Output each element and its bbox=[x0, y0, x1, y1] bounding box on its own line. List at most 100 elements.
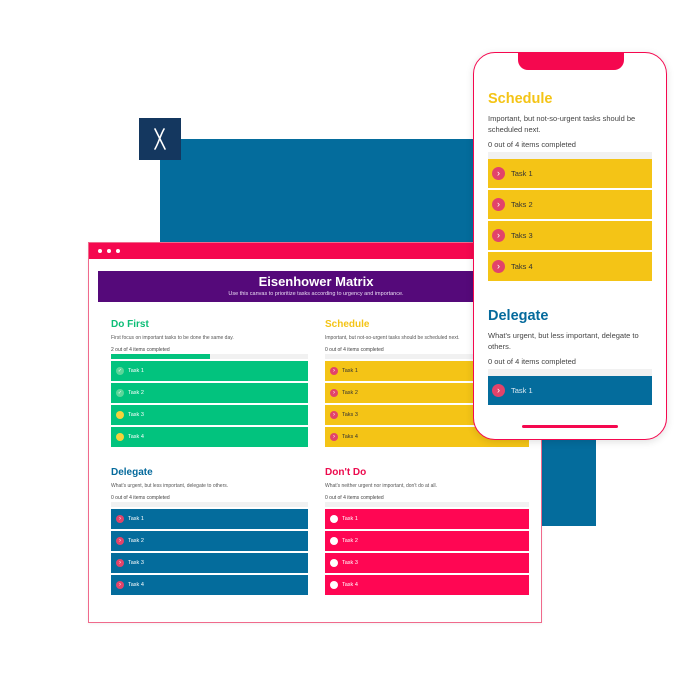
circle-icon[interactable] bbox=[116, 411, 124, 419]
logo-tile bbox=[139, 118, 181, 160]
quadrant-do-first: Do First First focus on important tasks … bbox=[111, 319, 308, 449]
task-label: Taks 3 bbox=[511, 231, 533, 240]
check-icon[interactable]: ✓ bbox=[116, 389, 124, 397]
task-item[interactable]: Task 3 bbox=[111, 405, 308, 425]
mobile-phone: Schedule Important, but not-so-urgent ta… bbox=[473, 52, 667, 440]
section-title: Delegate bbox=[488, 308, 549, 324]
task-label: Task 2 bbox=[128, 390, 144, 396]
phone-notch bbox=[518, 53, 624, 70]
task-label: Task 4 bbox=[342, 582, 358, 588]
task-list: › Task 1 › Taks 2 › Taks 3 › Taks 4 bbox=[488, 159, 652, 281]
circle-icon[interactable] bbox=[330, 559, 338, 567]
background-block-top bbox=[160, 139, 476, 245]
window-dot-icon bbox=[107, 249, 111, 253]
task-label: Task 1 bbox=[128, 516, 144, 522]
task-item[interactable]: ✓ Task 1 bbox=[111, 361, 308, 381]
task-list: › Task 1 › Task 2 › Task 3 › Task 4 bbox=[111, 509, 308, 595]
matrix-canvas: Eisenhower Matrix Use this canvas to pri… bbox=[98, 271, 534, 615]
task-label: Taks 2 bbox=[511, 200, 533, 209]
chevron-right-icon[interactable]: › bbox=[116, 515, 124, 523]
check-icon[interactable]: ✓ bbox=[116, 367, 124, 375]
quadrant-title: Don't Do bbox=[325, 467, 367, 478]
task-label: Task 1 bbox=[342, 368, 358, 374]
circle-icon[interactable] bbox=[330, 515, 338, 523]
x-mark-icon bbox=[154, 128, 166, 150]
task-item[interactable]: › Taks 3 bbox=[488, 221, 652, 250]
chevron-right-icon[interactable]: › bbox=[330, 433, 338, 441]
matrix-subtitle: Use this canvas to prioritize tasks acco… bbox=[228, 291, 404, 297]
chevron-right-icon[interactable]: › bbox=[330, 411, 338, 419]
progress-fill bbox=[111, 354, 210, 359]
task-item[interactable]: › Task 1 bbox=[111, 509, 308, 529]
task-label: Task 1 bbox=[511, 169, 533, 178]
task-label: Task 2 bbox=[342, 538, 358, 544]
progress-bar bbox=[111, 354, 308, 359]
window-dot-icon bbox=[116, 249, 120, 253]
chevron-right-icon[interactable]: › bbox=[330, 389, 338, 397]
task-label: Task 3 bbox=[128, 412, 144, 418]
task-item[interactable]: Task 3 bbox=[325, 553, 529, 573]
mobile-section-schedule: Schedule Important, but not-so-urgent ta… bbox=[488, 91, 652, 283]
task-item[interactable]: › Task 1 bbox=[488, 376, 652, 405]
progress-bar bbox=[111, 502, 308, 507]
background-block-bottom bbox=[540, 440, 596, 526]
progress-count: 0 out of 4 items completed bbox=[488, 357, 576, 366]
chevron-right-icon[interactable]: › bbox=[116, 537, 124, 545]
task-item[interactable]: Task 4 bbox=[325, 575, 529, 595]
quadrant-description: What's neither urgent nor important, don… bbox=[325, 483, 437, 489]
task-item[interactable]: Task 4 bbox=[111, 427, 308, 447]
circle-icon[interactable] bbox=[330, 537, 338, 545]
task-item[interactable]: Task 1 bbox=[325, 509, 529, 529]
task-label: Taks 3 bbox=[342, 412, 358, 418]
matrix-title: Eisenhower Matrix bbox=[258, 274, 374, 289]
task-item[interactable]: › Taks 4 bbox=[488, 252, 652, 281]
progress-bar bbox=[325, 502, 529, 507]
progress-count: 0 out of 4 items completed bbox=[325, 495, 384, 501]
task-item[interactable]: ✓ Task 2 bbox=[111, 383, 308, 403]
progress-bar bbox=[488, 369, 652, 376]
progress-count: 2 out of 4 items completed bbox=[111, 347, 170, 353]
chevron-right-icon[interactable]: › bbox=[492, 229, 505, 242]
task-item[interactable]: Task 2 bbox=[325, 531, 529, 551]
task-label: Task 3 bbox=[128, 560, 144, 566]
chevron-right-icon[interactable]: › bbox=[116, 581, 124, 589]
circle-icon[interactable] bbox=[116, 433, 124, 441]
quadrant-description: First focus on important tasks to be don… bbox=[111, 335, 234, 341]
task-item[interactable]: › Task 2 bbox=[111, 531, 308, 551]
task-label: Task 2 bbox=[342, 390, 358, 396]
chevron-right-icon[interactable]: › bbox=[492, 260, 505, 273]
quadrant-dont-do: Don't Do What's neither urgent nor impor… bbox=[325, 467, 529, 597]
quadrant-title: Delegate bbox=[111, 467, 153, 478]
chevron-right-icon[interactable]: › bbox=[492, 167, 505, 180]
progress-count: 0 out of 4 items completed bbox=[488, 140, 576, 149]
quadrant-title: Do First bbox=[111, 319, 149, 330]
task-list: ✓ Task 1 ✓ Task 2 Task 3 Task 4 bbox=[111, 361, 308, 447]
quadrant-description: What's urgent, but less important, deleg… bbox=[111, 483, 229, 489]
chevron-right-icon[interactable]: › bbox=[330, 367, 338, 375]
chevron-right-icon[interactable]: › bbox=[116, 559, 124, 567]
chevron-right-icon[interactable]: › bbox=[492, 384, 505, 397]
chevron-right-icon[interactable]: › bbox=[492, 198, 505, 211]
task-item[interactable]: › Task 3 bbox=[111, 553, 308, 573]
task-item[interactable]: › Taks 2 bbox=[488, 190, 652, 219]
task-label: Taks 4 bbox=[342, 434, 358, 440]
task-list: Task 1 Task 2 Task 3 Task 4 bbox=[325, 509, 529, 595]
phone-home-indicator bbox=[522, 425, 618, 428]
task-item[interactable]: › Task 1 bbox=[488, 159, 652, 188]
section-description: What's urgent, but less important, deleg… bbox=[488, 331, 639, 351]
task-list: › Task 1 bbox=[488, 376, 652, 405]
circle-icon[interactable] bbox=[330, 581, 338, 589]
task-label: Task 4 bbox=[128, 582, 144, 588]
progress-bar bbox=[488, 152, 652, 159]
task-label: Task 1 bbox=[511, 386, 533, 395]
task-label: Task 2 bbox=[128, 538, 144, 544]
quadrant-delegate: Delegate What's urgent, but less importa… bbox=[111, 467, 308, 597]
task-label: Task 1 bbox=[128, 368, 144, 374]
window-dot-icon bbox=[98, 249, 102, 253]
mobile-section-delegate: Delegate What's urgent, but less importa… bbox=[488, 308, 652, 407]
task-label: Task 4 bbox=[128, 434, 144, 440]
task-item[interactable]: › Task 4 bbox=[111, 575, 308, 595]
section-description: Important, but not-so-urgent tasks shoul… bbox=[488, 114, 636, 134]
section-title: Schedule bbox=[488, 91, 553, 107]
task-label: Task 3 bbox=[342, 560, 358, 566]
